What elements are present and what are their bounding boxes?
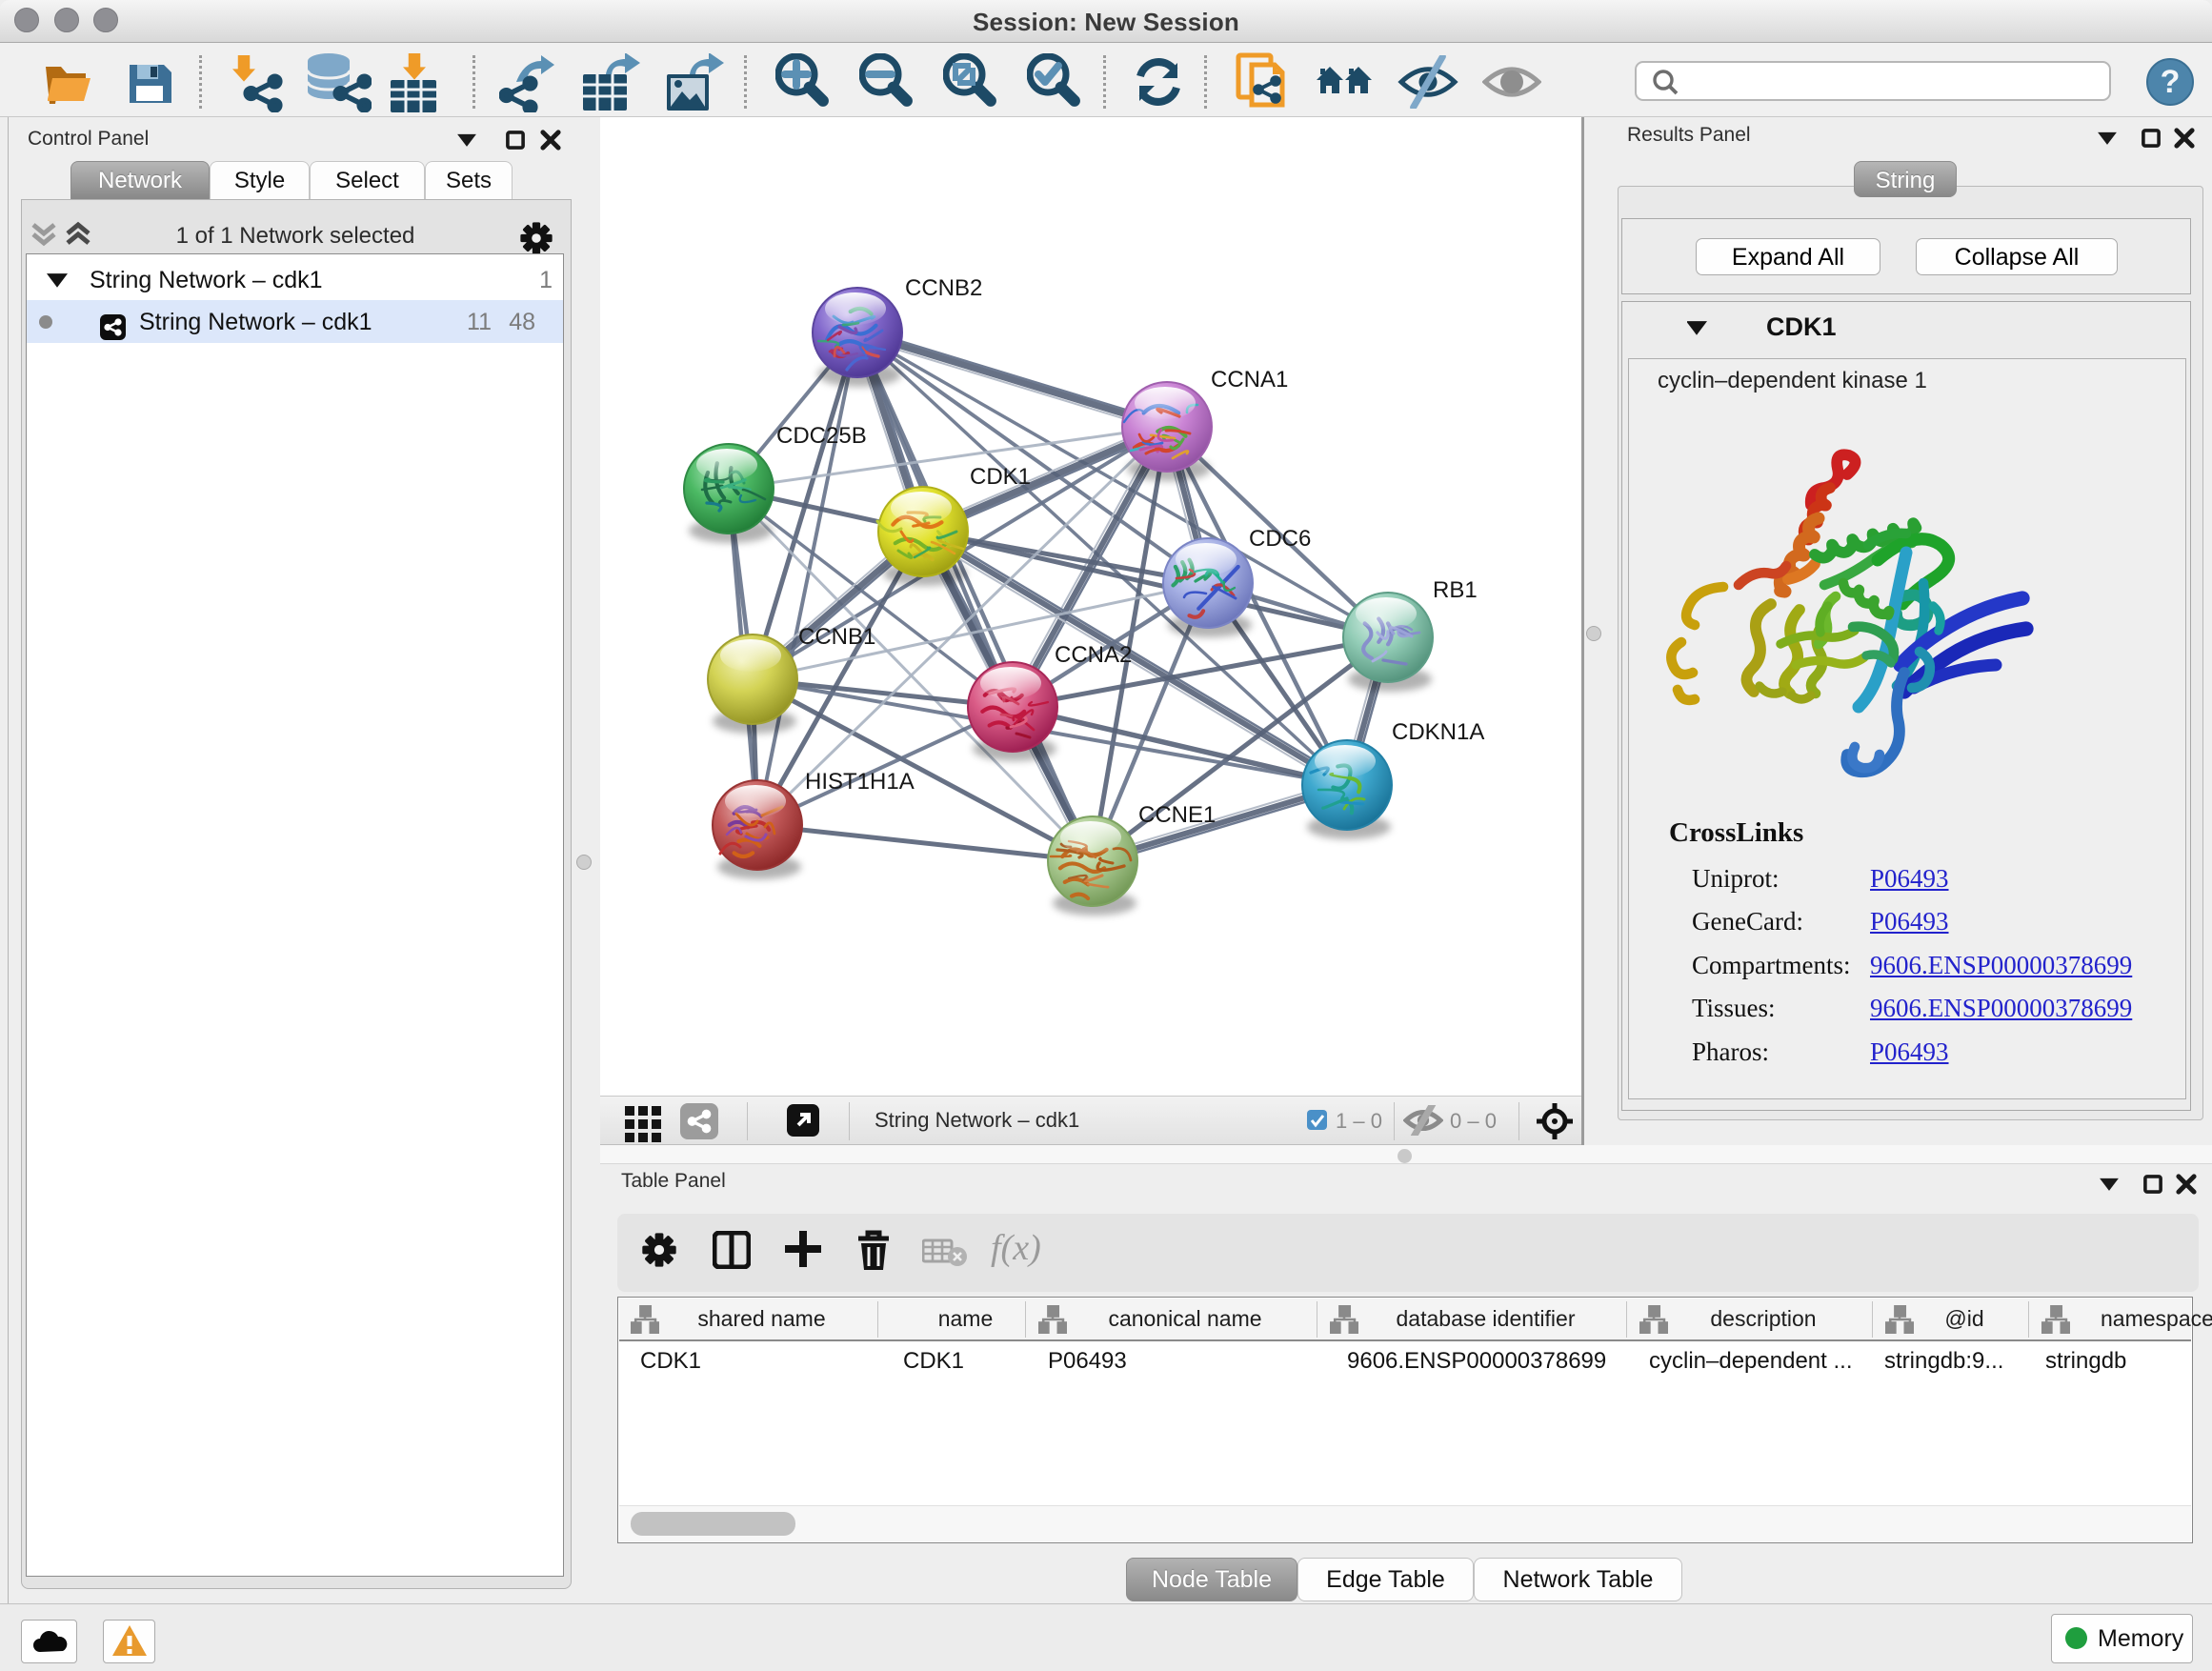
svg-text:CDC25B: CDC25B [776,423,867,449]
svg-text:CCNB2: CCNB2 [905,275,982,301]
svg-text:CDKN1A: CDKN1A [1392,719,1484,745]
svg-text:CCNE1: CCNE1 [1138,802,1216,828]
svg-text:CCNA2: CCNA2 [1055,642,1132,668]
svg-text:CCNB1: CCNB1 [798,624,875,650]
svg-text:CCNA1: CCNA1 [1211,367,1288,393]
svg-text:CDK1: CDK1 [970,464,1031,490]
svg-text:CDC6: CDC6 [1249,526,1311,552]
svg-text:RB1: RB1 [1433,577,1478,603]
svg-text:HIST1H1A: HIST1H1A [805,769,915,795]
svg-text:?: ? [2161,64,2181,100]
